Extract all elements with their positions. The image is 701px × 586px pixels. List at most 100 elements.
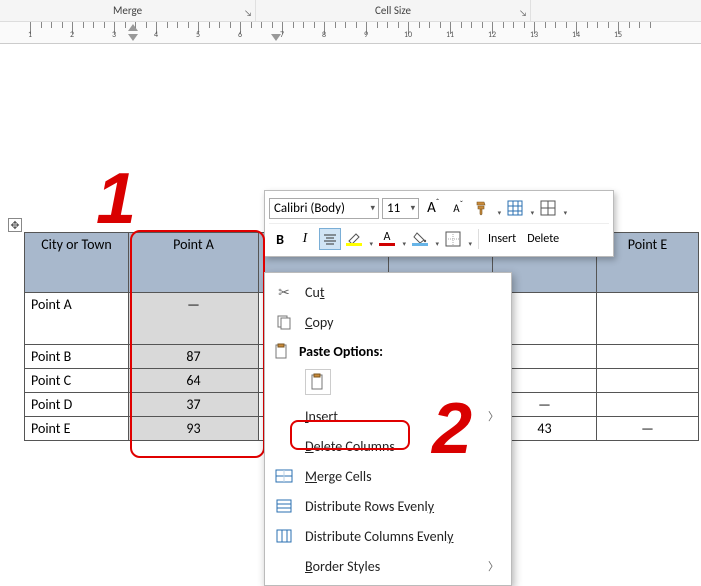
context-merge-cells[interactable]: Merge Cells — [265, 461, 511, 491]
copy-icon — [273, 313, 295, 331]
font-color-button[interactable]: A ▾ — [377, 228, 407, 250]
annotation-1: 1 — [96, 158, 136, 240]
context-cut[interactable]: ✂ Cut — [265, 277, 511, 307]
bold-button[interactable]: B — [269, 228, 291, 250]
font-size-combo[interactable]: 11 ▾ — [382, 198, 419, 219]
ruler-number: 9 — [364, 30, 368, 40]
brush-icon — [474, 200, 490, 216]
shading-button[interactable]: ▾ — [410, 228, 440, 250]
context-border-styles-label: Border Styles — [305, 558, 380, 575]
font-name-value: Calibri (Body) — [274, 201, 345, 216]
ruler-number: 3 — [112, 30, 116, 40]
mini-insert-button[interactable]: Insert — [484, 230, 520, 248]
align-center-button[interactable] — [319, 228, 341, 250]
table-cell[interactable]: Point B — [25, 345, 129, 369]
italic-button[interactable]: I — [294, 228, 316, 250]
borders-icon — [445, 231, 461, 247]
ribbon-group-cellsize: Cell Size ↘ — [256, 0, 531, 21]
mini-toolbar: Calibri (Body) ▾ 11 ▾ Aˆ Aˇ ▾ ▾ ▾ — [264, 190, 614, 257]
highlight-button[interactable]: ▾ — [344, 228, 374, 250]
context-copy[interactable]: Copy — [265, 307, 511, 337]
ribbon-group-labels: Merge ↘ Cell Size ↘ — [0, 0, 701, 22]
font-size-value: 11 — [387, 201, 400, 216]
context-paste-options-heading: Paste Options: — [265, 337, 511, 366]
paste-keep-source-icon — [305, 369, 331, 395]
horizontal-ruler[interactable]: 123456789101112131415 — [0, 22, 701, 44]
table-grid-icon — [507, 200, 523, 216]
highlighter-icon — [347, 232, 361, 243]
ruler-number: 7 — [280, 30, 284, 40]
context-menu: ✂ Cut Copy Paste Options: Insert 〉 — [264, 272, 512, 586]
context-insert[interactable]: Insert 〉 — [265, 401, 511, 431]
table-quick-button[interactable]: ▾ — [538, 197, 568, 219]
shrink-font-button[interactable]: Aˇ — [447, 197, 469, 219]
dialog-launcher-icon[interactable]: ↘ — [244, 8, 252, 19]
table-header-cell[interactable]: City or Town — [25, 233, 129, 293]
first-line-indent-icon[interactable] — [128, 24, 138, 31]
table-cell[interactable]: 37 — [129, 393, 259, 417]
table-cell[interactable] — [597, 345, 699, 369]
chevron-right-icon: 〉 — [488, 558, 499, 574]
table-cell[interactable]: Point A — [25, 293, 129, 345]
context-delete-columns[interactable]: Delete Columns — [265, 431, 511, 461]
borders-button[interactable]: ▾ — [443, 228, 473, 250]
table-move-handle-icon[interactable]: ✥ — [8, 218, 22, 232]
table-cell[interactable]: Point D — [25, 393, 129, 417]
table-cell[interactable]: 64 — [129, 369, 259, 393]
grow-font-button[interactable]: Aˆ — [422, 197, 444, 219]
chevron-down-icon: ▾ — [370, 203, 375, 214]
document-area: ✥ 1 2 City or Town Point A Point E Point… — [0, 62, 701, 152]
context-distribute-rows[interactable]: Distribute Rows Evenly — [265, 491, 511, 521]
chevron-right-icon: 〉 — [488, 408, 499, 424]
table-cell[interactable]: 87 — [129, 345, 259, 369]
table-header-cell[interactable]: Point A — [129, 233, 259, 293]
ruler-number: 6 — [238, 30, 242, 40]
context-border-styles[interactable]: Border Styles 〉 — [265, 551, 511, 581]
context-paste-option[interactable] — [265, 366, 511, 401]
ruler-number: 13 — [530, 30, 538, 40]
ribbon-group-merge: Merge ↘ — [0, 0, 256, 21]
context-distribute-cols-label: Distribute Columns Evenly — [305, 528, 453, 545]
merge-cells-icon — [273, 467, 295, 485]
clipboard-icon — [273, 343, 289, 360]
table-cell[interactable]: — — [597, 417, 699, 441]
format-painter-button[interactable]: ▾ — [472, 197, 502, 219]
ruler-number: 15 — [614, 30, 622, 40]
table-styles-button[interactable]: ▾ — [505, 197, 535, 219]
table-cell[interactable]: 93 — [129, 417, 259, 441]
dialog-launcher-icon[interactable]: ↘ — [519, 8, 527, 19]
paint-bucket-icon — [413, 232, 427, 243]
context-insert-label: Insert — [305, 408, 338, 425]
ruler-number: 14 — [572, 30, 580, 40]
ruler-number: 2 — [70, 30, 74, 40]
ruler-number: 1 — [28, 30, 32, 40]
annotation-2: 2 — [432, 388, 472, 470]
ruler-number: 4 — [154, 30, 158, 40]
context-distribute-cols[interactable]: Distribute Columns Evenly — [265, 521, 511, 551]
context-merge-cells-label: Merge Cells — [305, 468, 372, 485]
ruler-number: 5 — [196, 30, 200, 40]
context-copy-label: Copy — [305, 314, 333, 331]
table-cell[interactable]: Point E — [25, 417, 129, 441]
table-icon — [540, 200, 556, 216]
table-cell[interactable]: — — [129, 293, 259, 345]
scissors-icon: ✂ — [273, 283, 295, 301]
context-delete-columns-label: Delete Columns — [305, 438, 395, 455]
context-distribute-rows-label: Distribute Rows Evenly — [305, 498, 434, 515]
ruler-number: 8 — [322, 30, 326, 40]
ruler-number: 10 — [404, 30, 412, 40]
font-name-combo[interactable]: Calibri (Body) ▾ — [269, 198, 379, 219]
chevron-down-icon: ▾ — [411, 203, 416, 214]
hanging-indent-icon[interactable] — [128, 34, 138, 41]
table-cell[interactable]: Point C — [25, 369, 129, 393]
mini-delete-button[interactable]: Delete — [523, 230, 563, 248]
ruler-number: 12 — [488, 30, 496, 40]
ruler-number: 11 — [446, 30, 454, 40]
align-center-icon — [323, 233, 337, 245]
ribbon-group-merge-label: Merge — [113, 4, 142, 17]
distribute-cols-icon — [273, 527, 295, 545]
distribute-rows-icon — [273, 497, 295, 515]
table-cell[interactable] — [597, 393, 699, 417]
table-cell[interactable] — [597, 369, 699, 393]
table-cell[interactable] — [597, 293, 699, 345]
